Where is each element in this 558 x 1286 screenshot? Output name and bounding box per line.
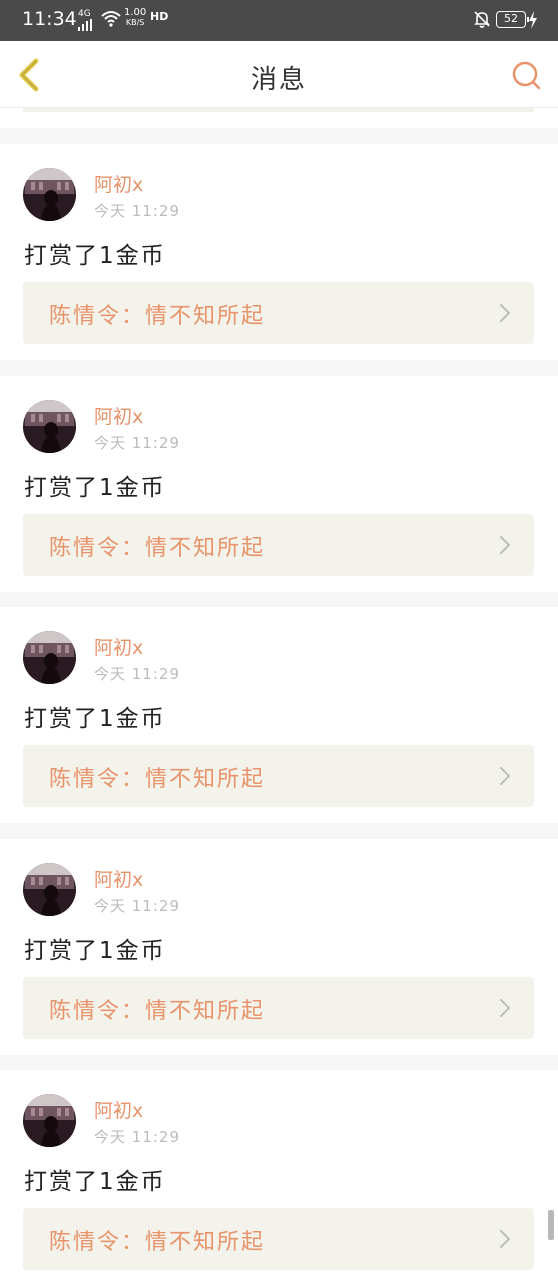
linked-post-title: 陈情令：情不知所起 — [49, 767, 266, 792]
list-item: 阿初x 今天 11:29 打赏了1金币 陈情令：情不知所起 — [0, 1070, 558, 1286]
speed-unit: KB/S — [125, 18, 145, 27]
network-indicator: 4G — [78, 10, 92, 31]
wifi-icon — [101, 11, 121, 27]
network-speed: 1.00 KB/S — [124, 8, 146, 28]
chevron-right-icon — [500, 1230, 510, 1248]
status-time: 11:34 — [22, 8, 77, 30]
avatar-image — [23, 399, 76, 453]
chevron-right-icon — [500, 304, 510, 322]
message-text: 打赏了1金币 — [24, 706, 166, 732]
username[interactable]: 阿初x — [94, 633, 143, 660]
list-item: 阿初x 今天 11:29 打赏了1金币 陈情令：情不知所起 — [0, 607, 558, 823]
username[interactable]: 阿初x — [94, 1096, 143, 1123]
avatar[interactable] — [23, 1094, 76, 1147]
scrollbar[interactable] — [548, 1210, 554, 1240]
avatar[interactable] — [23, 399, 76, 453]
linked-post-title: 陈情令：情不知所起 — [49, 304, 266, 329]
username[interactable]: 阿初x — [94, 865, 143, 892]
avatar[interactable] — [23, 168, 76, 221]
avatar[interactable] — [23, 631, 76, 684]
avatar-image — [23, 1094, 76, 1147]
message-time: 今天 11:29 — [94, 665, 180, 683]
network-type: 4G — [78, 9, 91, 19]
message-list: 阿初x 今天 11:29 打赏了1金币 陈情令：情不知所起 阿初x 今天 11:… — [0, 108, 558, 1286]
list-item-partial — [0, 108, 558, 128]
linked-post-title: 陈情令：情不知所起 — [49, 998, 266, 1024]
nav-bar: 消息 — [0, 41, 558, 108]
message-time: 今天 11:29 — [94, 202, 180, 220]
avatar-image — [23, 862, 76, 916]
charging-icon — [529, 11, 537, 29]
linked-post-card[interactable]: 陈情令：情不知所起 — [23, 282, 534, 344]
message-text: 打赏了1金币 — [24, 474, 166, 501]
linked-post-card[interactable]: 陈情令：情不知所起 — [23, 976, 534, 1039]
message-time: 今天 11:29 — [94, 896, 180, 915]
bell-muted-icon — [474, 11, 490, 28]
hd-indicator: HD — [150, 10, 169, 23]
chevron-right-icon — [500, 998, 510, 1017]
message-text: 打赏了1金币 — [24, 1169, 166, 1195]
linked-post-card[interactable]: 陈情令：情不知所起 — [23, 1208, 534, 1270]
username[interactable]: 阿初x — [94, 170, 143, 197]
page-title: 消息 — [250, 65, 307, 95]
list-item: 阿初x 今天 11:29 打赏了1金币 陈情令：情不知所起 — [0, 375, 558, 592]
chevron-right-icon — [500, 767, 510, 785]
message-time: 今天 11:29 — [94, 1128, 180, 1146]
linked-post-card[interactable]: 陈情令：情不知所起 — [23, 513, 534, 576]
linked-post-card[interactable]: 陈情令：情不知所起 — [23, 745, 534, 807]
search-icon[interactable] — [508, 57, 544, 93]
battery-indicator: 52 — [496, 11, 529, 28]
avatar-image — [23, 631, 76, 684]
chevron-right-icon — [500, 535, 510, 554]
speed-value: 1.00 — [124, 7, 147, 18]
status-bar: 11:34 4G 1.00 KB/S HD 52 — [0, 0, 558, 41]
username[interactable]: 阿初x — [94, 402, 143, 429]
linked-post-title: 陈情令：情不知所起 — [49, 1230, 266, 1255]
avatar[interactable] — [23, 862, 76, 916]
linked-post-title: 陈情令：情不知所起 — [49, 535, 266, 561]
link-card-partial — [23, 108, 534, 112]
avatar-image — [23, 168, 76, 221]
message-text: 打赏了1金币 — [24, 937, 166, 964]
list-item: 阿初x 今天 11:29 打赏了1金币 陈情令：情不知所起 — [0, 838, 558, 1055]
signal-icon — [78, 19, 92, 31]
list-item: 阿初x 今天 11:29 打赏了1金币 陈情令：情不知所起 — [0, 144, 558, 360]
message-time: 今天 11:29 — [94, 433, 180, 452]
message-text: 打赏了1金币 — [24, 243, 166, 269]
